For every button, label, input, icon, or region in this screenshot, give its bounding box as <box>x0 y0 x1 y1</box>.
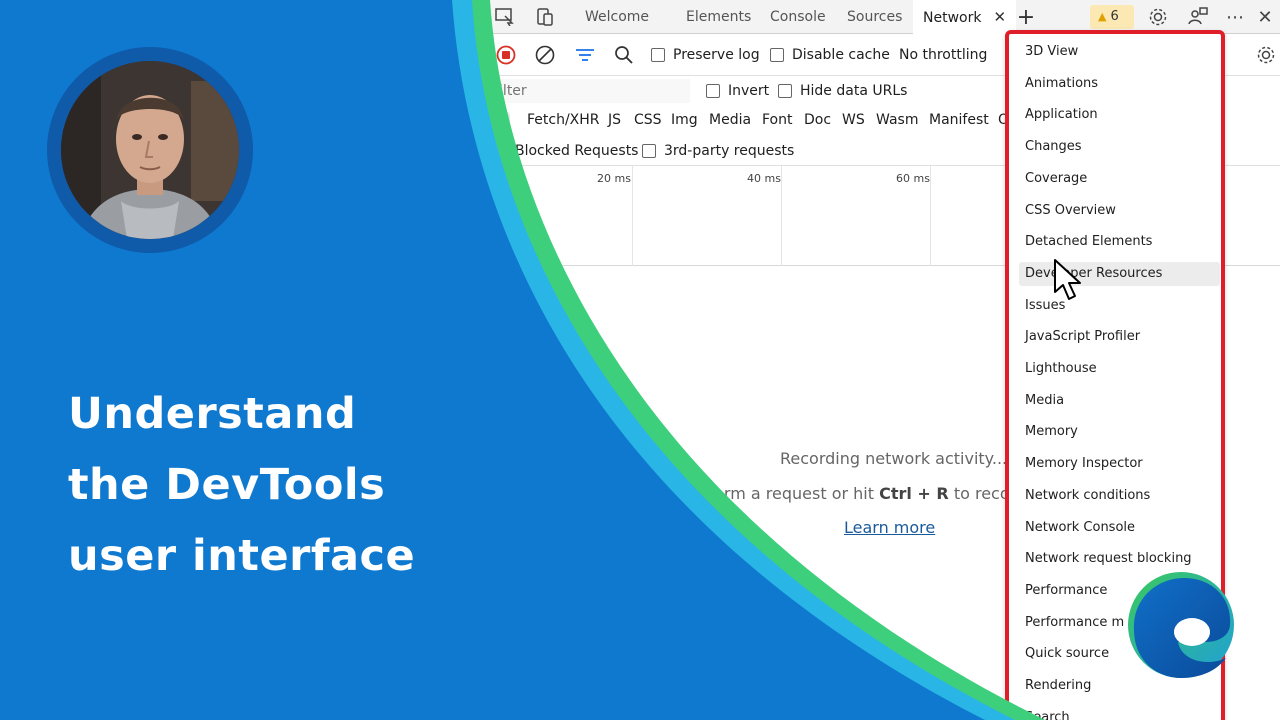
title-line-3: user interface <box>68 531 416 581</box>
edge-logo-icon <box>1128 572 1234 678</box>
avatar-photo <box>61 61 239 239</box>
title-line-2: the DevTools <box>68 460 386 510</box>
title-line-1: Understand <box>68 389 357 439</box>
avatar <box>47 47 253 253</box>
title-overlay: Understand the DevTools user interface <box>0 0 1280 720</box>
